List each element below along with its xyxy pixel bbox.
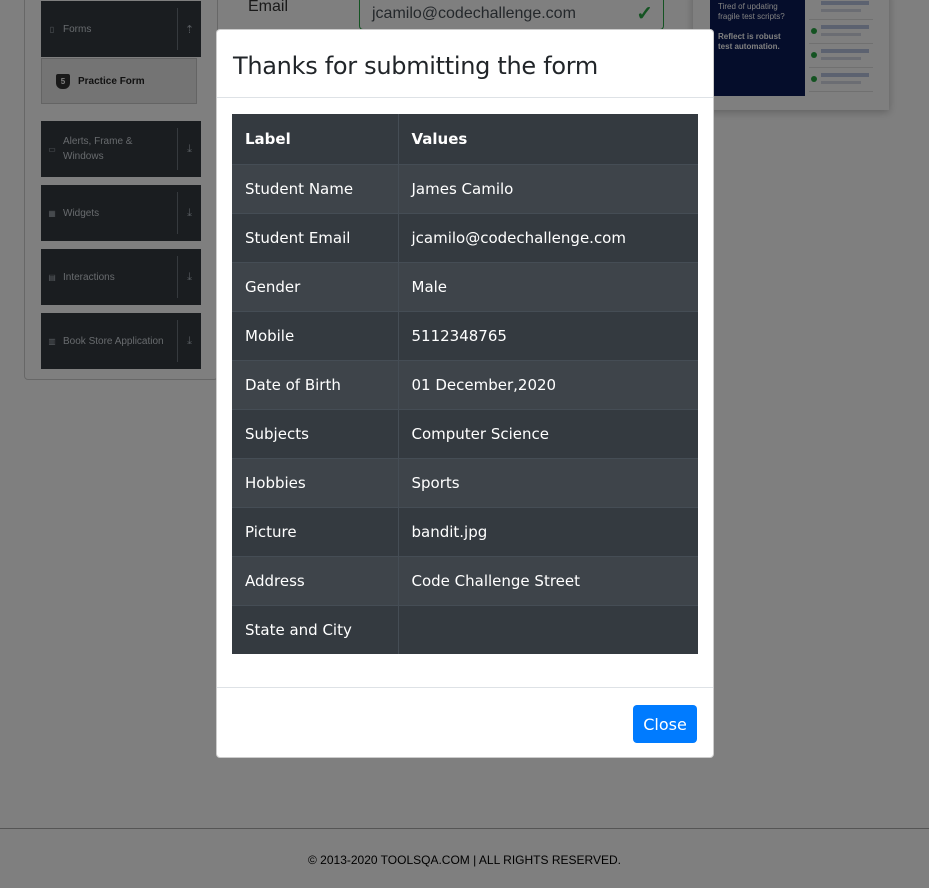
submission-modal: Thanks for submitting the form Label Val… xyxy=(216,29,714,758)
row-value: bandit.jpg xyxy=(398,506,698,556)
row-label: Student Email xyxy=(232,212,399,262)
row-value: Sports xyxy=(398,457,698,507)
row-label: Address xyxy=(232,555,399,605)
table-row: Mobile 5112348765 xyxy=(232,310,698,360)
row-value: Code Challenge Street xyxy=(398,555,698,605)
table-row: State and City xyxy=(232,604,698,654)
modal-body: Label Values Student Name James Camilo St… xyxy=(217,98,713,654)
modal-header: Thanks for submitting the form xyxy=(217,30,713,98)
row-label: Picture xyxy=(232,506,399,556)
table-row: Gender Male xyxy=(232,261,698,311)
row-label: Student Name xyxy=(232,163,399,213)
column-header-label: Label xyxy=(232,114,399,164)
table-row: Subjects Computer Science xyxy=(232,408,698,458)
table-row: Student Name James Camilo xyxy=(232,163,698,213)
row-label: Mobile xyxy=(232,310,399,360)
row-label: Gender xyxy=(232,261,399,311)
table-row: Address Code Challenge Street xyxy=(232,555,698,605)
row-label: Hobbies xyxy=(232,457,399,507)
close-button[interactable]: Close xyxy=(633,705,697,743)
row-value: James Camilo xyxy=(398,163,698,213)
table-header-row: Label Values xyxy=(232,114,698,164)
row-value: Male xyxy=(398,261,698,311)
row-label: Date of Birth xyxy=(232,359,399,409)
modal-title: Thanks for submitting the form xyxy=(233,52,598,80)
table-row: Picture bandit.jpg xyxy=(232,506,698,556)
row-label: Subjects xyxy=(232,408,399,458)
table-row: Hobbies Sports xyxy=(232,457,698,507)
table-row: Student Email jcamilo@codechallenge.com xyxy=(232,212,698,262)
row-value: 5112348765 xyxy=(398,310,698,360)
table-row: Date of Birth 01 December,2020 xyxy=(232,359,698,409)
row-value: jcamilo@codechallenge.com xyxy=(398,212,698,262)
row-value: 01 December,2020 xyxy=(398,359,698,409)
results-table: Label Values Student Name James Camilo St… xyxy=(232,114,698,654)
row-label: State and City xyxy=(232,604,399,654)
modal-footer: Close xyxy=(217,687,713,757)
row-value xyxy=(398,604,698,654)
column-header-values: Values xyxy=(398,114,698,164)
row-value: Computer Science xyxy=(398,408,698,458)
